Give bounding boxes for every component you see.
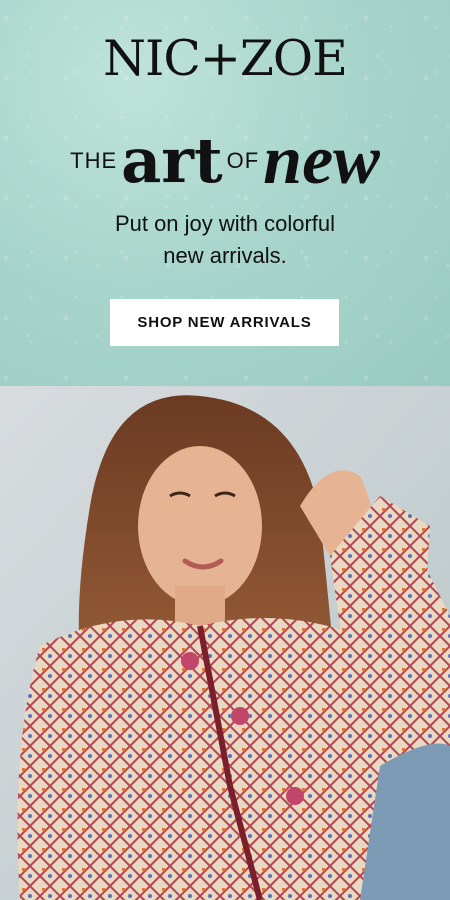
headline-new: new: [263, 122, 380, 199]
brand-logo[interactable]: NIC+ZOE: [0, 34, 450, 83]
model-photo-illustration: [0, 386, 450, 900]
model-photo[interactable]: [0, 386, 450, 900]
shop-new-arrivals-button[interactable]: SHOP NEW ARRIVALS: [110, 299, 339, 346]
headline-art: art: [121, 124, 223, 197]
headline-the: THE: [70, 148, 118, 173]
subheadline-line-1: Put on joy with colorful: [114, 211, 336, 236]
subheadline: Put on joy with colorful new arrivals.: [0, 208, 450, 272]
headline-of: OF: [226, 148, 260, 173]
advertisement-banner[interactable]: NIC+ZOE THE art OF new Put on joy with c…: [0, 0, 450, 900]
hero-panel: NIC+ZOE THE art OF new Put on joy with c…: [0, 0, 450, 386]
headline: THE art OF new: [0, 126, 450, 196]
face: [138, 446, 262, 606]
subheadline-line-2: new arrivals.: [163, 243, 287, 268]
